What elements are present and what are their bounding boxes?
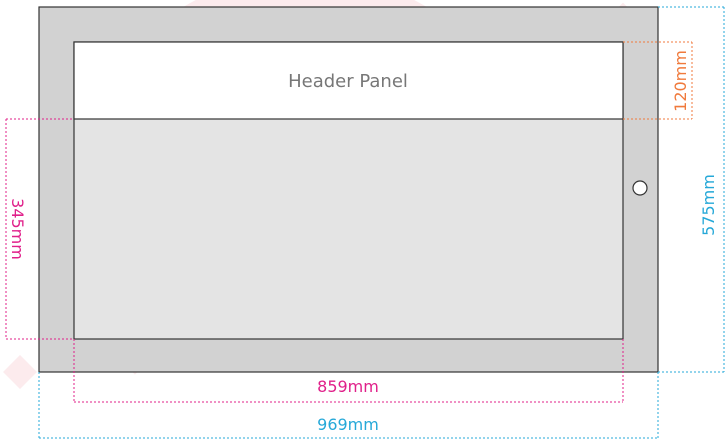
overall-height-dimension: 575mm <box>658 6 725 373</box>
screen-width-label: 859mm <box>317 377 379 396</box>
header-height-label: 120mm <box>671 50 690 112</box>
circle-button-icon <box>632 180 648 196</box>
overall-height-label: 575mm <box>699 174 718 236</box>
display-dimension-diagram: Header Panel 120mm 575mm 345mm 859mm 969… <box>3 0 725 439</box>
overall-width-label: 969mm <box>317 415 379 434</box>
screen-height-label: 345mm <box>8 198 27 260</box>
header-panel-label: Header Panel <box>288 71 408 92</box>
